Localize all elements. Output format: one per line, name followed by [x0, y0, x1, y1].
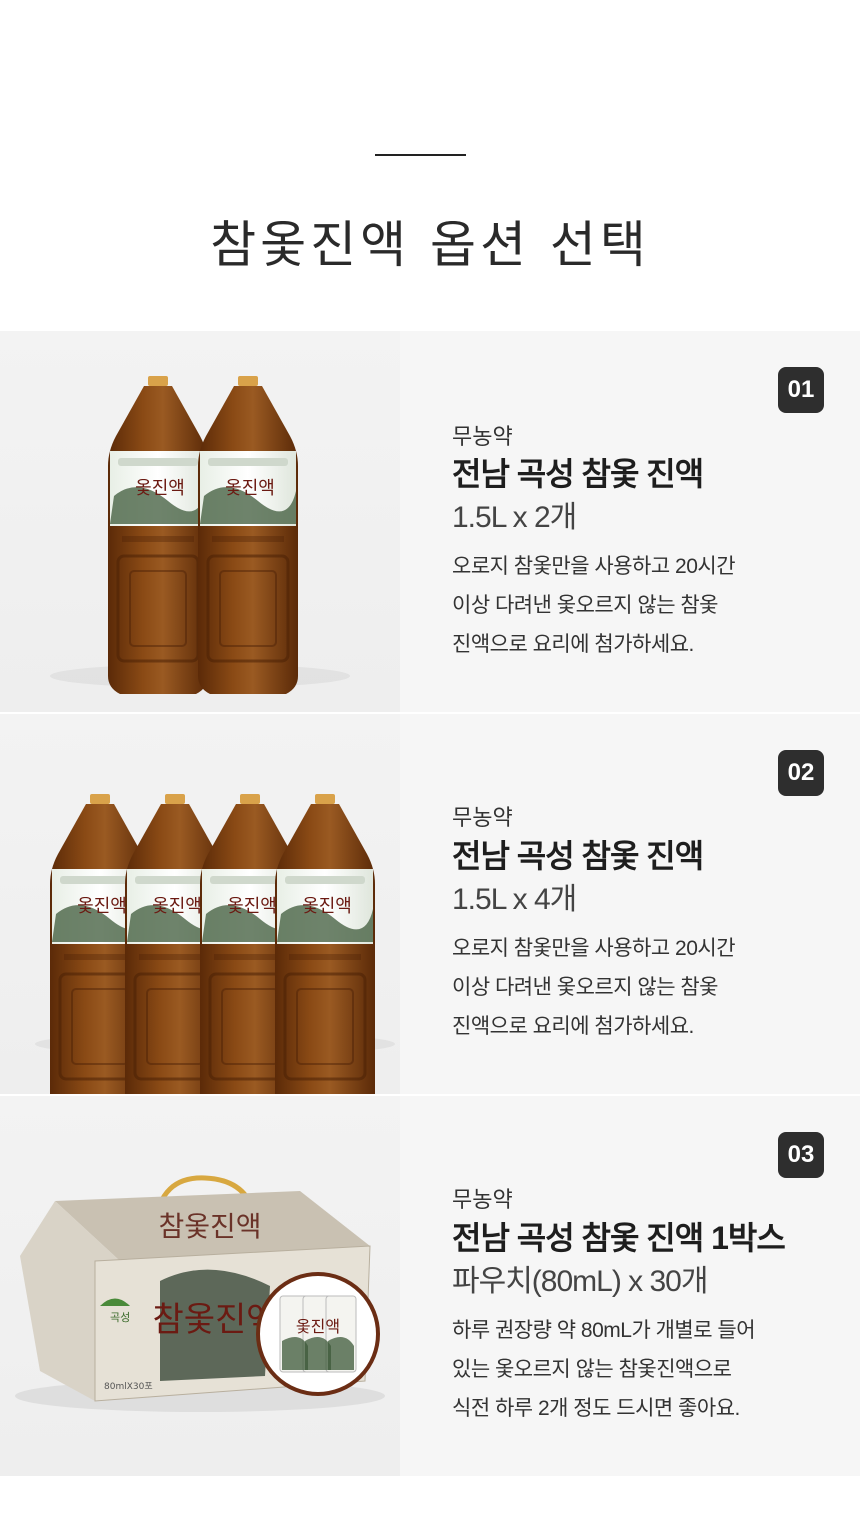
- product-name: 전남 곡성 참옻 진액: [452, 838, 704, 874]
- svg-text:참옻진액: 참옻진액: [158, 1210, 261, 1243]
- product-tag: 무농약: [452, 805, 513, 830]
- product-name: 전남 곡성 참옻 진액: [452, 456, 704, 492]
- description-line: 오로지 참옻만을 사용하고 20시간: [452, 937, 736, 960]
- product-description: 오로지 참옻만을 사용하고 20시간 이상 다려낸 옻오르지 않는 참옻 진액으…: [452, 929, 736, 1046]
- description-line: 하루 권장량 약 80mL가 개별로 들어: [452, 1319, 756, 1342]
- description-line: 진액으로 요리에 첨가하세요.: [452, 1015, 694, 1038]
- option-card-2[interactable]: 02 무농약 전남 곡성 참옻 진액 1.5L x 4개 오로지 참옻만을 사용…: [0, 714, 860, 1114]
- product-quantity: 파우치(80mL) x 30개: [452, 1265, 708, 1298]
- product-description: 오로지 참옻만을 사용하고 20시간 이상 다려낸 옻오르지 않는 참옻 진액으…: [452, 547, 736, 664]
- page-title: 참옻진액 옵션 선택: [210, 216, 650, 274]
- product-quantity: 1.5L x 4개: [452, 883, 577, 916]
- product-tag: 무농약: [452, 424, 513, 449]
- option-card-1[interactable]: 옻진액 01 무농약 전남 곡성 참옻 진액 1.5L x 2개 오로지 참옻만…: [0, 331, 860, 712]
- description-line: 식전 하루 2개 정도 드시면 좋아요.: [452, 1397, 740, 1420]
- svg-text:곡성: 곡성: [110, 1311, 130, 1324]
- bottle-group-2: 옻진액: [50, 374, 350, 696]
- option-number-badge: 02: [778, 750, 824, 796]
- gift-box: 참옻진액 참옻진액 곡성 80mlX30포 옻진액: [15, 1175, 385, 1412]
- product-image-1: 옻진액: [0, 331, 400, 712]
- option-card-3[interactable]: 참옻진액 참옻진액 곡성 80mlX30포 옻진액 03 무농약 전남 곡성 참…: [0, 1096, 860, 1476]
- description-line: 이상 다려낸 옻오르지 않는 참옻: [452, 594, 719, 617]
- option-number-badge: 01: [778, 367, 824, 413]
- product-description: 하루 권장량 약 80mL가 개별로 들어 있는 옻오르지 않는 참옻진액으로 …: [452, 1311, 756, 1428]
- page-header: 참옻진액 옵션 선택: [0, 0, 860, 331]
- description-line: 오로지 참옻만을 사용하고 20시간: [452, 555, 736, 578]
- description-line: 이상 다려낸 옻오르지 않는 참옻: [452, 976, 719, 999]
- option-number-badge: 03: [778, 1132, 824, 1178]
- svg-text:80mlX30포: 80mlX30포: [104, 1382, 153, 1392]
- product-tag: 무농약: [452, 1187, 513, 1212]
- description-line: 진액으로 요리에 첨가하세요.: [452, 633, 694, 656]
- svg-text:옻진액: 옻진액: [296, 1317, 340, 1336]
- header-divider: [375, 154, 466, 156]
- product-image-3: 참옻진액 참옻진액 곡성 80mlX30포 옻진액: [0, 1096, 400, 1476]
- product-name: 전남 곡성 참옻 진액 1박스: [452, 1220, 786, 1256]
- bottle-group-4: [35, 792, 395, 1114]
- description-line: 있는 옻오르지 않는 참옻진액으로: [452, 1358, 732, 1381]
- product-quantity: 1.5L x 2개: [452, 501, 577, 534]
- product-image-2: [0, 714, 400, 1114]
